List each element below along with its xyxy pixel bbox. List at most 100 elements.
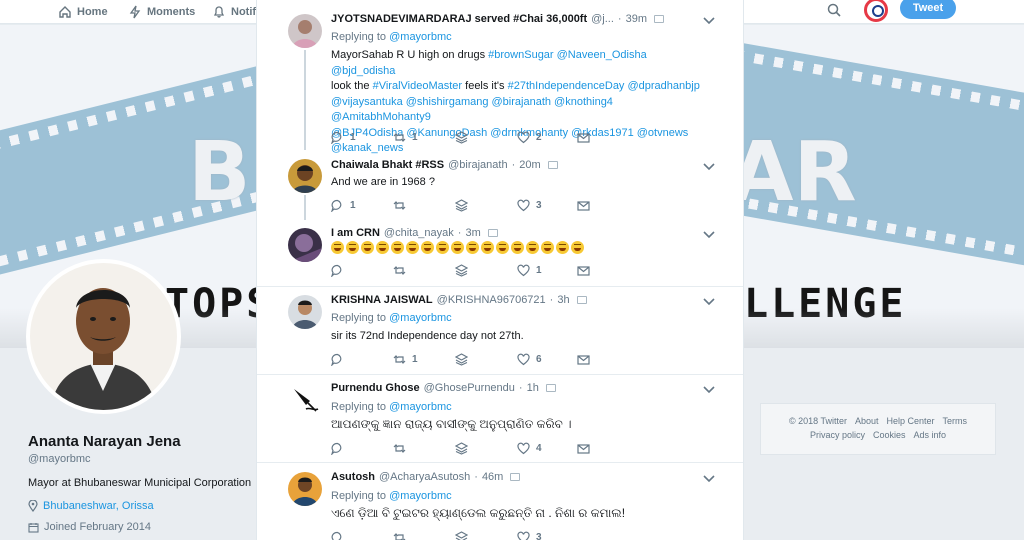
grinning-face-icon — [391, 241, 404, 254]
retweet-button[interactable]: 1 — [393, 353, 418, 366]
chevron-down-icon[interactable] — [703, 298, 715, 306]
reply-button[interactable] — [331, 442, 344, 455]
tweet-author-name[interactable]: Purnendu Ghose — [331, 382, 420, 394]
retweet-button[interactable] — [393, 442, 406, 455]
tweet-item[interactable]: JYOTSNADEVIMARDARAJ served #Chai 36,000f… — [257, 0, 743, 154]
tweet-author-handle[interactable]: @birajanath — [448, 159, 507, 171]
tweet-author-name[interactable]: Asutosh — [331, 471, 375, 483]
reply-button[interactable]: 1 — [331, 199, 356, 212]
tweet-button[interactable]: Tweet — [900, 0, 956, 19]
like-button[interactable]: 1 — [517, 264, 542, 277]
stack-button[interactable] — [455, 531, 468, 540]
tweet-avatar[interactable] — [288, 472, 322, 506]
profile-avatar[interactable] — [26, 259, 181, 414]
profile-location-text[interactable]: Bhubaneshwar, Orissa — [43, 500, 154, 512]
footer-cookies-link[interactable]: Cookies — [873, 430, 906, 440]
dm-button[interactable] — [577, 131, 590, 144]
tweet-avatar[interactable] — [288, 159, 322, 193]
chevron-down-icon[interactable] — [703, 17, 715, 25]
retweet-button[interactable] — [393, 531, 406, 540]
stack-button[interactable] — [455, 131, 468, 144]
tweet-item[interactable]: I am CRN @chita_nayak · 3m 1 — [257, 220, 743, 286]
grinning-face-icon — [481, 241, 494, 254]
footer-privacy-link[interactable]: Privacy policy — [810, 430, 865, 440]
tweet-avatar[interactable] — [288, 228, 322, 262]
chevron-down-icon[interactable] — [703, 163, 715, 171]
grinning-face-icon — [511, 241, 524, 254]
dm-button[interactable] — [577, 442, 590, 455]
stack-button[interactable] — [455, 199, 468, 212]
retweet-icon — [393, 444, 406, 453]
tweet-author-name[interactable]: KRISHNA JAISWAL — [331, 294, 433, 306]
envelope-icon — [577, 444, 590, 454]
like-button[interactable]: 4 — [517, 442, 542, 455]
tweet-item[interactable]: Asutosh @AcharyaAsutosh · 46m Replying t… — [257, 462, 743, 540]
replying-to-link[interactable]: @mayorbmc — [389, 401, 452, 413]
stack-button[interactable] — [455, 264, 468, 277]
tweet-author-handle[interactable]: @j... — [591, 13, 614, 25]
tweet-item[interactable]: KRISHNA JAISWAL @KRISHNA96706721 · 3h Re… — [257, 286, 743, 374]
tweet-author-handle[interactable]: @chita_nayak — [384, 227, 454, 239]
nav-notifications[interactable]: Notifi — [212, 3, 259, 21]
like-button[interactable]: 3 — [517, 531, 542, 540]
tweet-author-name[interactable]: I am CRN — [331, 227, 380, 239]
reply-button[interactable] — [331, 353, 344, 366]
chevron-down-icon[interactable] — [703, 386, 715, 394]
tweet-time[interactable]: 46m — [482, 471, 503, 483]
profile-location[interactable]: Bhubaneshwar, Orissa — [28, 500, 154, 512]
chevron-down-icon[interactable] — [703, 231, 715, 239]
nav-home[interactable]: Home — [58, 3, 108, 21]
footer-terms-link[interactable]: Terms — [943, 416, 968, 426]
reply-button[interactable]: 1 — [331, 131, 356, 144]
like-button[interactable]: 3 — [517, 199, 542, 212]
dm-button[interactable] — [577, 353, 590, 366]
tweet-time[interactable]: 20m — [519, 159, 540, 171]
tweet-time[interactable]: 39m — [626, 13, 647, 25]
profile-name[interactable]: Ananta Narayan Jena — [28, 433, 181, 450]
tweet-author-name[interactable]: Chaiwala Bhakt #RSS — [331, 159, 444, 171]
tweet-time[interactable]: 1h — [527, 382, 539, 394]
tweet-avatar[interactable] — [288, 295, 322, 329]
retweet-button[interactable]: 1 — [393, 131, 418, 144]
tweet-time[interactable]: 3m — [465, 227, 480, 239]
tweet-author-handle[interactable]: @KRISHNA96706721 — [437, 294, 546, 306]
dm-button[interactable] — [577, 264, 590, 277]
stack-button[interactable] — [455, 353, 468, 366]
camera-icon — [487, 229, 498, 237]
reply-button[interactable] — [331, 531, 344, 540]
tweet-text: ଆପଣଙ୍କୁ ଜ୍ଞାନ ରାଜ୍ୟ ବାସୀଙ୍କୁ ଅନୁପ୍ରାଣିତ … — [331, 417, 572, 431]
tweet-actions: 4 — [331, 442, 611, 456]
calendar-icon — [28, 522, 39, 533]
profile-handle[interactable]: @mayorbmc — [28, 453, 91, 465]
tweet-item[interactable]: Chaiwala Bhakt #RSS @birajanath · 20m An… — [257, 150, 743, 220]
stack-button[interactable] — [455, 442, 468, 455]
nav-moments[interactable]: Moments — [128, 3, 195, 21]
tweet-header: KRISHNA JAISWAL @KRISHNA96706721 · 3h — [331, 294, 587, 306]
reply-button[interactable] — [331, 264, 344, 277]
stack-icon — [455, 442, 468, 455]
replying-to-link[interactable]: @mayorbmc — [389, 490, 452, 502]
envelope-icon — [577, 355, 590, 365]
footer-about-link[interactable]: About — [855, 416, 879, 426]
tweet-avatar[interactable] — [288, 14, 322, 48]
grinning-face-icon — [466, 241, 479, 254]
like-button[interactable]: 2 — [517, 131, 542, 144]
grinning-face-icon — [556, 241, 569, 254]
tweet-author-handle[interactable]: @AcharyaAsutosh — [379, 471, 470, 483]
chevron-down-icon[interactable] — [703, 475, 715, 483]
replying-to-link[interactable]: @mayorbmc — [389, 312, 452, 324]
footer-ads-link[interactable]: Ads info — [914, 430, 947, 440]
search-icon[interactable] — [826, 2, 842, 18]
replying-to-link[interactable]: @mayorbmc — [389, 31, 452, 43]
footer-help-link[interactable]: Help Center — [887, 416, 935, 426]
tweet-item[interactable]: Purnendu Ghose @GhosePurnendu · 1h Reply… — [257, 374, 743, 462]
dm-button[interactable] — [577, 199, 590, 212]
stack-icon — [455, 353, 468, 366]
retweet-button[interactable] — [393, 264, 406, 277]
tweet-time[interactable]: 3h — [557, 294, 569, 306]
tweet-author-name[interactable]: JYOTSNADEVIMARDARAJ served #Chai 36,000f… — [331, 13, 587, 25]
like-button[interactable]: 6 — [517, 353, 542, 366]
tweet-author-handle[interactable]: @GhosePurnendu — [424, 382, 515, 394]
retweet-button[interactable] — [393, 199, 406, 212]
tweet-avatar[interactable] — [288, 383, 322, 417]
